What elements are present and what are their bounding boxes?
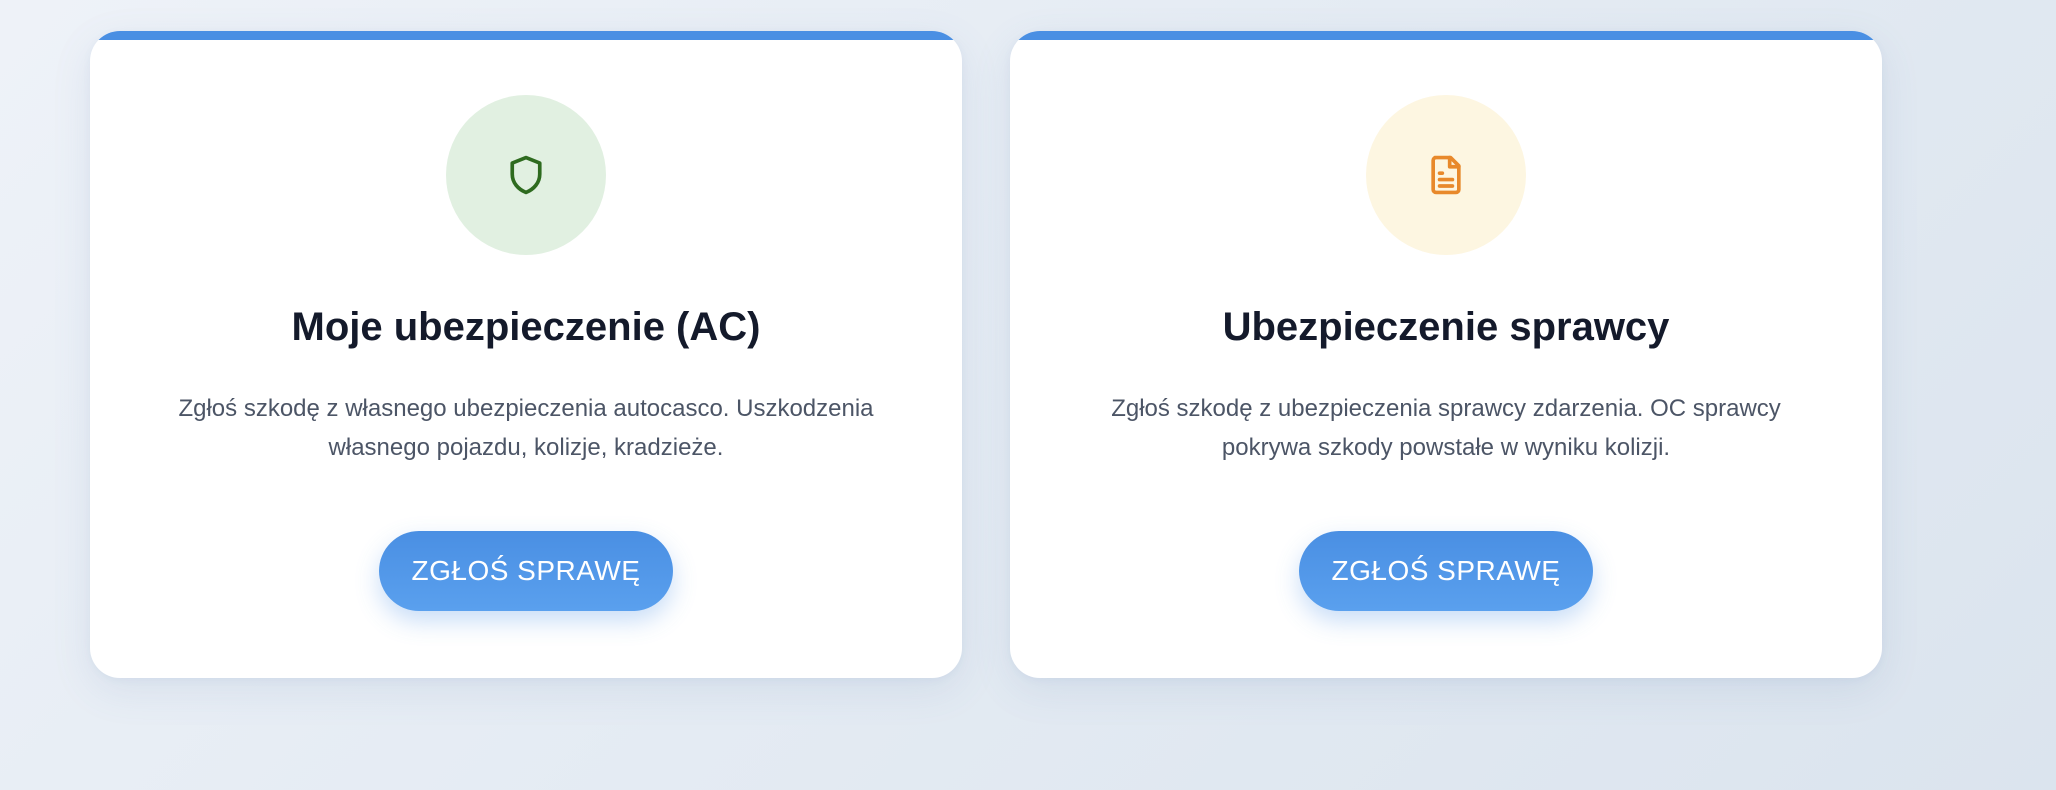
document-icon — [1431, 155, 1461, 195]
icon-badge — [1366, 95, 1526, 255]
insurance-options: Moje ubezpieczenie (AC) Zgłoś szkodę z w… — [90, 31, 1882, 678]
card-accent-bar — [1010, 31, 1882, 40]
icon-badge — [446, 95, 606, 255]
card-description: Zgłoś szkodę z własnego ubezpieczenia au… — [178, 395, 874, 461]
card-title: Ubezpieczenie sprawcy — [1222, 305, 1670, 349]
report-claim-button[interactable]: ZGŁOŚ SPRAWĘ — [1299, 531, 1593, 611]
card-accent-bar — [90, 31, 962, 40]
card-own-insurance: Moje ubezpieczenie (AC) Zgłoś szkodę z w… — [90, 31, 962, 678]
report-claim-button[interactable]: ZGŁOŚ SPRAWĘ — [379, 531, 673, 611]
shield-icon — [510, 155, 542, 195]
card-description: Zgłoś szkodę z ubezpieczenia sprawcy zda… — [1111, 395, 1781, 461]
card-perpetrator-insurance: Ubezpieczenie sprawcy Zgłoś szkodę z ube… — [1010, 31, 1882, 678]
card-title: Moje ubezpieczenie (AC) — [291, 305, 761, 349]
